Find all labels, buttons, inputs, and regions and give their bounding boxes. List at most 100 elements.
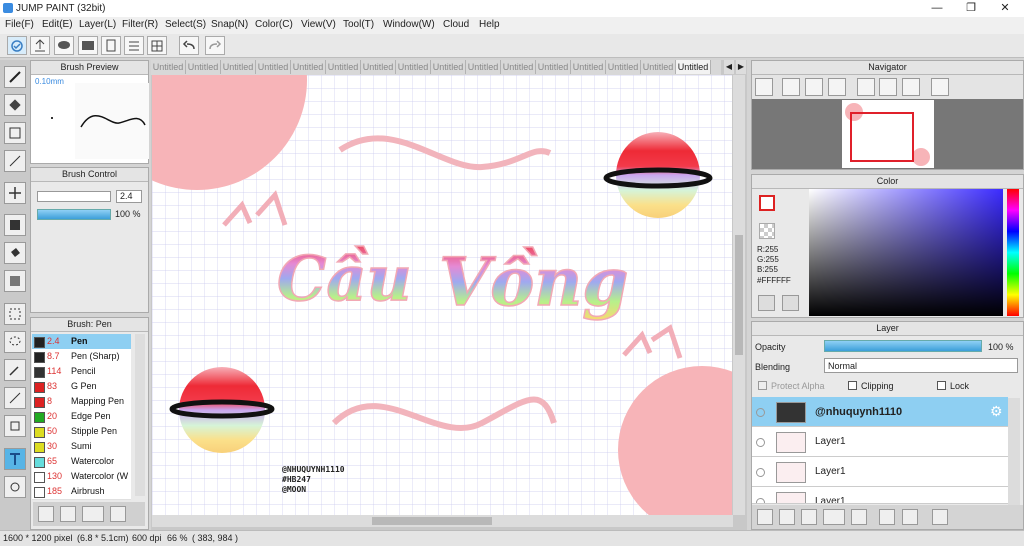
tab-untitled[interactable]: Untitled bbox=[431, 60, 466, 74]
rotate-reset-icon[interactable] bbox=[879, 78, 897, 96]
brush-copy-icon[interactable] bbox=[110, 506, 126, 522]
transparent-swatch[interactable] bbox=[759, 223, 775, 239]
tab-untitled[interactable]: Untitled bbox=[396, 60, 431, 74]
tab-untitled[interactable]: Untitled bbox=[256, 60, 291, 74]
delete-layer-icon[interactable] bbox=[932, 509, 948, 525]
comment-icon[interactable] bbox=[54, 36, 74, 55]
layer-visibility-icon[interactable] bbox=[756, 408, 765, 417]
new-text-layer-icon[interactable] bbox=[801, 509, 817, 525]
drawing-canvas[interactable]: Cầu Vồng @NHUQUYNH1110 #HB247 @MOON bbox=[152, 75, 732, 515]
zoom-plus-icon[interactable] bbox=[782, 78, 800, 96]
text-tool-icon[interactable] bbox=[4, 448, 26, 470]
new-raster-layer-icon[interactable] bbox=[779, 509, 795, 525]
navigator-thumbnail[interactable] bbox=[842, 100, 934, 168]
select-eraser-tool-icon[interactable] bbox=[4, 415, 26, 437]
page-icon[interactable] bbox=[101, 36, 121, 55]
add-layer-menu-icon[interactable] bbox=[823, 509, 845, 525]
eraser-tool-icon[interactable] bbox=[4, 94, 26, 116]
menu-view[interactable]: View(V) bbox=[301, 19, 336, 30]
brush-list-item[interactable]: 50 Stipple Pen bbox=[32, 424, 131, 440]
cloud-check-icon[interactable] bbox=[7, 36, 27, 55]
menu-edit[interactable]: Edit(E) bbox=[42, 19, 73, 30]
rectangle-tool-icon[interactable] bbox=[4, 122, 26, 144]
line-tool-icon[interactable] bbox=[4, 150, 26, 172]
fit-icon[interactable] bbox=[805, 78, 823, 96]
maximize-icon[interactable]: ❐ bbox=[954, 0, 988, 17]
tab-untitled[interactable]: Untitled bbox=[361, 60, 396, 74]
message-icon[interactable] bbox=[78, 36, 98, 55]
tab-untitled[interactable]: Untitled bbox=[676, 60, 711, 74]
brush-list-scrollbar[interactable] bbox=[135, 334, 145, 496]
menu-filter[interactable]: Filter(R) bbox=[122, 19, 158, 30]
fill-rect-tool-icon[interactable] bbox=[4, 214, 26, 236]
magic-wand-tool-icon[interactable] bbox=[4, 359, 26, 381]
clipping-checkbox[interactable] bbox=[848, 381, 857, 390]
brush-size-slider[interactable] bbox=[37, 191, 111, 202]
brush-list-item[interactable]: 83 G Pen bbox=[32, 379, 131, 395]
lasso-tool-icon[interactable] bbox=[4, 331, 26, 353]
move-tool-icon[interactable] bbox=[4, 182, 26, 204]
brush-list-item[interactable]: 185 Airbrush bbox=[32, 484, 131, 500]
menu-snap[interactable]: Snap(N) bbox=[211, 19, 248, 30]
rotate-left-icon[interactable] bbox=[857, 78, 875, 96]
select-tool-icon[interactable] bbox=[4, 303, 26, 325]
pen-tool-icon[interactable] bbox=[4, 66, 26, 88]
list-icon[interactable] bbox=[124, 36, 144, 55]
tab-untitled[interactable]: Untitled bbox=[221, 60, 256, 74]
select-pen-tool-icon[interactable] bbox=[4, 387, 26, 409]
horizontal-scroll-thumb[interactable] bbox=[372, 517, 492, 525]
hue-slider[interactable] bbox=[1007, 189, 1019, 316]
new-brush-icon[interactable] bbox=[60, 506, 76, 522]
new-layer-icon[interactable] bbox=[757, 509, 773, 525]
brush-list-item[interactable]: 30 Sumi bbox=[32, 439, 131, 455]
color-picker-icon[interactable] bbox=[782, 295, 799, 311]
layer-list-scrollbar[interactable] bbox=[1008, 398, 1020, 506]
zoom-in-icon[interactable] bbox=[755, 78, 773, 96]
brush-list-item[interactable]: 20 Edge Pen bbox=[32, 409, 131, 425]
brush-list-item[interactable]: 2.4 Pen bbox=[32, 334, 131, 350]
minimize-icon[interactable]: — bbox=[920, 0, 954, 17]
tab-scroll-right-icon[interactable]: ▶ bbox=[736, 60, 746, 74]
folder-icon[interactable] bbox=[851, 509, 867, 525]
vertical-scroll-thumb[interactable] bbox=[735, 235, 743, 355]
menu-select[interactable]: Select(S) bbox=[165, 19, 206, 30]
canvas-horizontal-scrollbar[interactable] bbox=[152, 515, 733, 527]
layer-visibility-icon[interactable] bbox=[756, 438, 765, 447]
foreground-color-swatch[interactable] bbox=[759, 195, 775, 211]
brush-list-item[interactable]: 114 Pencil bbox=[32, 364, 131, 380]
lock-checkbox[interactable] bbox=[937, 381, 946, 390]
navigator-viewport-frame[interactable] bbox=[850, 112, 914, 162]
upload-icon[interactable] bbox=[30, 36, 50, 55]
grid-icon[interactable] bbox=[147, 36, 167, 55]
duplicate-layer-icon[interactable] bbox=[879, 509, 895, 525]
protect-alpha-checkbox[interactable] bbox=[758, 381, 767, 390]
menu-file[interactable]: File(F) bbox=[5, 19, 34, 30]
color-saturation-area[interactable] bbox=[809, 189, 1003, 316]
layer-visibility-icon[interactable] bbox=[756, 498, 765, 503]
tab-untitled[interactable]: Untitled bbox=[151, 60, 186, 74]
hand-tool-icon[interactable] bbox=[4, 476, 26, 498]
bucket-tool-icon[interactable] bbox=[4, 242, 26, 264]
layer-blending-select[interactable]: Normal bbox=[824, 358, 1018, 373]
brush-size-input[interactable]: 2.4 bbox=[116, 190, 142, 203]
tab-untitled[interactable]: Untitled bbox=[571, 60, 606, 74]
close-icon[interactable]: ✕ bbox=[988, 0, 1022, 17]
menu-color[interactable]: Color(C) bbox=[255, 19, 293, 30]
menu-layer[interactable]: Layer(L) bbox=[79, 19, 116, 30]
brush-list-item[interactable]: 65 Watercolor bbox=[32, 454, 131, 470]
tab-untitled[interactable]: Untitled bbox=[501, 60, 536, 74]
tab-untitled[interactable]: Untitled bbox=[466, 60, 501, 74]
tab-untitled[interactable]: Untitled bbox=[536, 60, 571, 74]
tab-scroll-left-icon[interactable]: ◀ bbox=[724, 60, 734, 74]
tab-untitled[interactable]: Untitled bbox=[606, 60, 641, 74]
undo-icon[interactable] bbox=[179, 36, 199, 55]
zoom-out-icon[interactable] bbox=[828, 78, 846, 96]
tab-untitled[interactable]: Untitled bbox=[326, 60, 361, 74]
brush-menu-icon[interactable] bbox=[82, 506, 104, 522]
layer-settings-gear-icon[interactable]: ⚙ bbox=[990, 403, 1003, 420]
brush-opacity-slider[interactable] bbox=[37, 209, 111, 220]
brush-list-item[interactable]: 8 Mapping Pen bbox=[32, 394, 131, 410]
layer-row[interactable]: @nhuquynh1110 ⚙ bbox=[752, 397, 1008, 427]
merge-layer-icon[interactable] bbox=[902, 509, 918, 525]
tab-untitled[interactable]: Untitled bbox=[186, 60, 221, 74]
